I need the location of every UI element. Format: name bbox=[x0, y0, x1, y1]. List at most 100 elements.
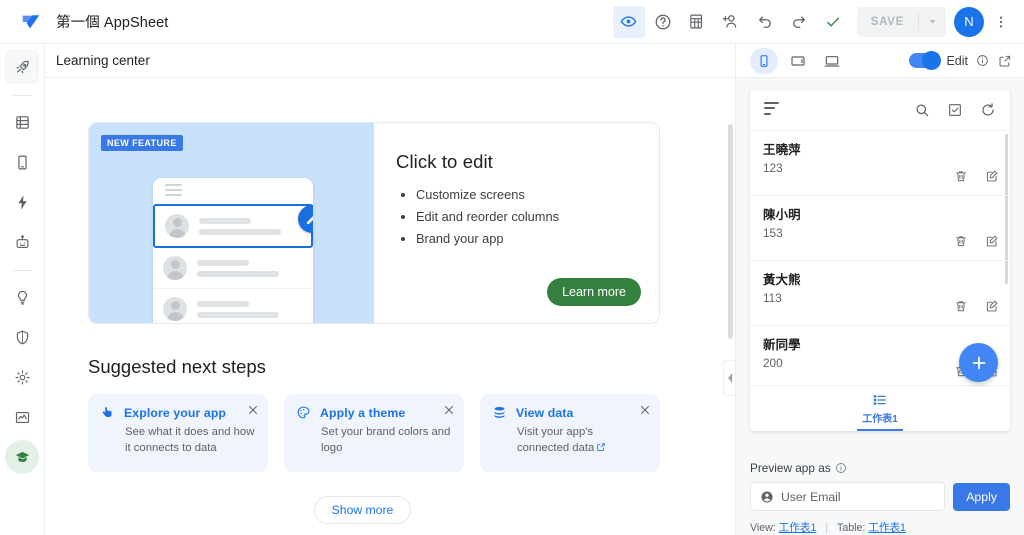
sidebar-item-automation[interactable] bbox=[5, 185, 39, 219]
checkbox-select-icon[interactable] bbox=[947, 102, 963, 118]
preview-eye-icon[interactable] bbox=[612, 5, 645, 38]
close-icon[interactable] bbox=[443, 403, 455, 421]
card-explore-your-app[interactable]: Explore your app See what it does and ho… bbox=[88, 394, 268, 472]
preview-toolbar: Edit bbox=[736, 44, 1024, 78]
main-scroll-area: NEW FEATURE Click to edit • Customize sc… bbox=[45, 78, 735, 535]
bottom-tab-label: 工作表1 bbox=[862, 414, 898, 425]
user-email-input[interactable]: User Email bbox=[750, 482, 946, 511]
redo-icon[interactable] bbox=[783, 6, 815, 38]
record-name: 黃大熊 bbox=[763, 273, 801, 287]
edit-pencil-icon[interactable] bbox=[985, 169, 999, 188]
help-icon[interactable] bbox=[647, 6, 679, 38]
banner-bullet: Customize screens bbox=[416, 187, 637, 204]
apply-button[interactable]: Apply bbox=[953, 482, 1010, 511]
bottom-tab-underline bbox=[857, 428, 903, 431]
view-prefix: View: bbox=[750, 522, 776, 534]
preview-body: 王曉萍 123 陳小明 153 黃大熊 113 新同學 200 工作表1 bbox=[736, 78, 1024, 453]
sidebar-item-security[interactable] bbox=[5, 320, 39, 354]
chevron-down-icon[interactable] bbox=[919, 16, 946, 27]
info-icon[interactable] bbox=[972, 48, 992, 74]
card-title: Apply a theme bbox=[320, 405, 406, 420]
device-desktop-icon[interactable] bbox=[818, 48, 846, 74]
editor-body: Learning center NEW FEATURE Click to edi… bbox=[0, 44, 1024, 535]
trash-icon[interactable] bbox=[954, 234, 968, 253]
app-preview-phone: 王曉萍 123 陳小明 153 黃大熊 113 新同學 200 工作表1 bbox=[750, 90, 1010, 431]
device-tablet-icon[interactable] bbox=[784, 48, 812, 74]
sort-icon[interactable] bbox=[764, 101, 779, 119]
main-scrollbar-thumb[interactable] bbox=[728, 124, 733, 339]
spreadsheet-icon[interactable] bbox=[681, 6, 713, 38]
record-name: 王曉萍 bbox=[763, 143, 801, 157]
show-more-wrapper: Show more bbox=[45, 496, 735, 524]
left-rail bbox=[0, 44, 45, 535]
suggested-cards: Explore your app See what it does and ho… bbox=[88, 394, 735, 472]
collapse-panel-handle[interactable] bbox=[723, 360, 735, 396]
card-header: Explore your app bbox=[100, 405, 256, 420]
page-title: Learning center bbox=[45, 44, 735, 78]
top-bar-actions bbox=[612, 5, 849, 38]
sidebar-item-chat[interactable] bbox=[5, 225, 39, 259]
card-header: Apply a theme bbox=[296, 405, 452, 420]
device-phone-icon[interactable] bbox=[750, 47, 778, 74]
preview-meta: View: 工作表1 | Table: 工作表1 bbox=[750, 520, 1010, 535]
save-button-group[interactable]: SAVE bbox=[856, 6, 946, 37]
sidebar-item-intelligence[interactable] bbox=[5, 280, 39, 314]
appsheet-logo-icon[interactable] bbox=[14, 5, 48, 39]
add-person-icon[interactable] bbox=[715, 6, 747, 38]
list-view-icon[interactable] bbox=[872, 392, 888, 408]
undo-icon[interactable] bbox=[749, 6, 781, 38]
search-icon[interactable] bbox=[914, 102, 930, 118]
open-in-new-icon[interactable] bbox=[596, 442, 606, 458]
meta-separator: | bbox=[825, 522, 829, 534]
close-icon[interactable] bbox=[639, 403, 651, 421]
more-options-icon[interactable] bbox=[988, 6, 1014, 38]
view-link[interactable]: 工作表1 bbox=[779, 522, 817, 534]
edit-pencil-icon[interactable] bbox=[985, 234, 999, 253]
sidebar-item-learning[interactable] bbox=[5, 440, 39, 474]
refresh-icon[interactable] bbox=[980, 102, 996, 118]
show-more-button[interactable]: Show more bbox=[313, 496, 412, 524]
card-title: View data bbox=[516, 405, 574, 420]
table-link[interactable]: 工作表1 bbox=[868, 522, 906, 534]
trash-icon[interactable] bbox=[954, 169, 968, 188]
banner-phone-mockup bbox=[153, 178, 313, 323]
edit-mode-toggle[interactable] bbox=[909, 51, 942, 70]
info-icon[interactable] bbox=[835, 462, 847, 474]
sidebar-item-app[interactable] bbox=[5, 145, 39, 179]
mockup-row bbox=[153, 289, 313, 323]
save-button[interactable]: SAVE bbox=[857, 16, 918, 28]
card-view-data[interactable]: View data Visit your app's connected dat… bbox=[480, 394, 660, 472]
banner-bullet: Edit and reorder columns bbox=[416, 209, 637, 226]
banner-illustration: NEW FEATURE bbox=[89, 123, 374, 323]
sidebar-item-data[interactable] bbox=[5, 105, 39, 139]
trash-icon[interactable] bbox=[954, 299, 968, 318]
card-apply-a-theme[interactable]: Apply a theme Set your brand colors and … bbox=[284, 394, 464, 472]
add-plus-icon[interactable] bbox=[959, 343, 998, 382]
banner-content: Click to edit Customize screens Edit and… bbox=[374, 123, 659, 323]
learn-more-button[interactable]: Learn more bbox=[547, 278, 641, 306]
table-row[interactable]: 陳小明 153 bbox=[750, 196, 1010, 261]
banner-heading: Click to edit bbox=[396, 151, 493, 172]
sidebar-item-settings[interactable] bbox=[5, 360, 39, 394]
avatar-placeholder-icon bbox=[163, 256, 187, 280]
edit-pencil-icon[interactable] bbox=[985, 299, 999, 318]
sidebar-item-start[interactable] bbox=[5, 50, 39, 84]
close-icon[interactable] bbox=[247, 403, 259, 421]
table-row[interactable]: 黃大熊 113 bbox=[750, 261, 1010, 326]
avatar[interactable]: N bbox=[954, 6, 984, 37]
card-description: Set your brand colors and logo bbox=[321, 426, 451, 454]
sidebar-item-monitor[interactable] bbox=[5, 400, 39, 434]
mockup-text-placeholder bbox=[197, 259, 303, 277]
table-row[interactable]: 王曉萍 123 bbox=[750, 131, 1010, 196]
card-description: See what it does and how it connects to … bbox=[125, 426, 255, 454]
record-name: 陳小明 bbox=[763, 208, 801, 222]
appsheet-editor: 第一個 AppSheet SAVE N Learning center NEW … bbox=[0, 0, 1024, 535]
palette-icon bbox=[296, 405, 311, 420]
account-circle-icon bbox=[760, 490, 774, 504]
card-header: View data bbox=[492, 405, 648, 420]
open-in-new-icon[interactable] bbox=[994, 48, 1016, 74]
avatar-placeholder-icon bbox=[163, 297, 187, 321]
check-icon[interactable] bbox=[817, 6, 849, 38]
preview-panel: Edit 王曉萍 123 陳小明 153 黃大熊 113 新同學 200 工作表… bbox=[735, 44, 1024, 535]
edit-label: Edit bbox=[946, 53, 968, 68]
